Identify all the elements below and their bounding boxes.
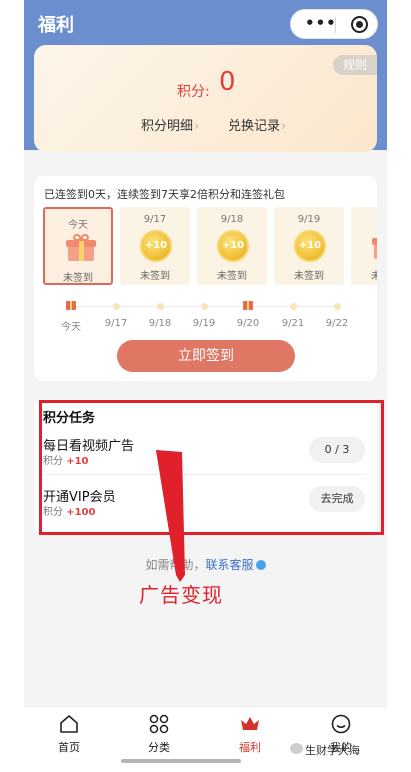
- annotation-arrow-icon: [156, 450, 185, 582]
- watermark-text: 生财学大海: [305, 744, 360, 757]
- wechat-icon: [290, 743, 303, 754]
- annotation-label: 广告变现: [139, 583, 223, 607]
- home-indicator: [121, 759, 241, 763]
